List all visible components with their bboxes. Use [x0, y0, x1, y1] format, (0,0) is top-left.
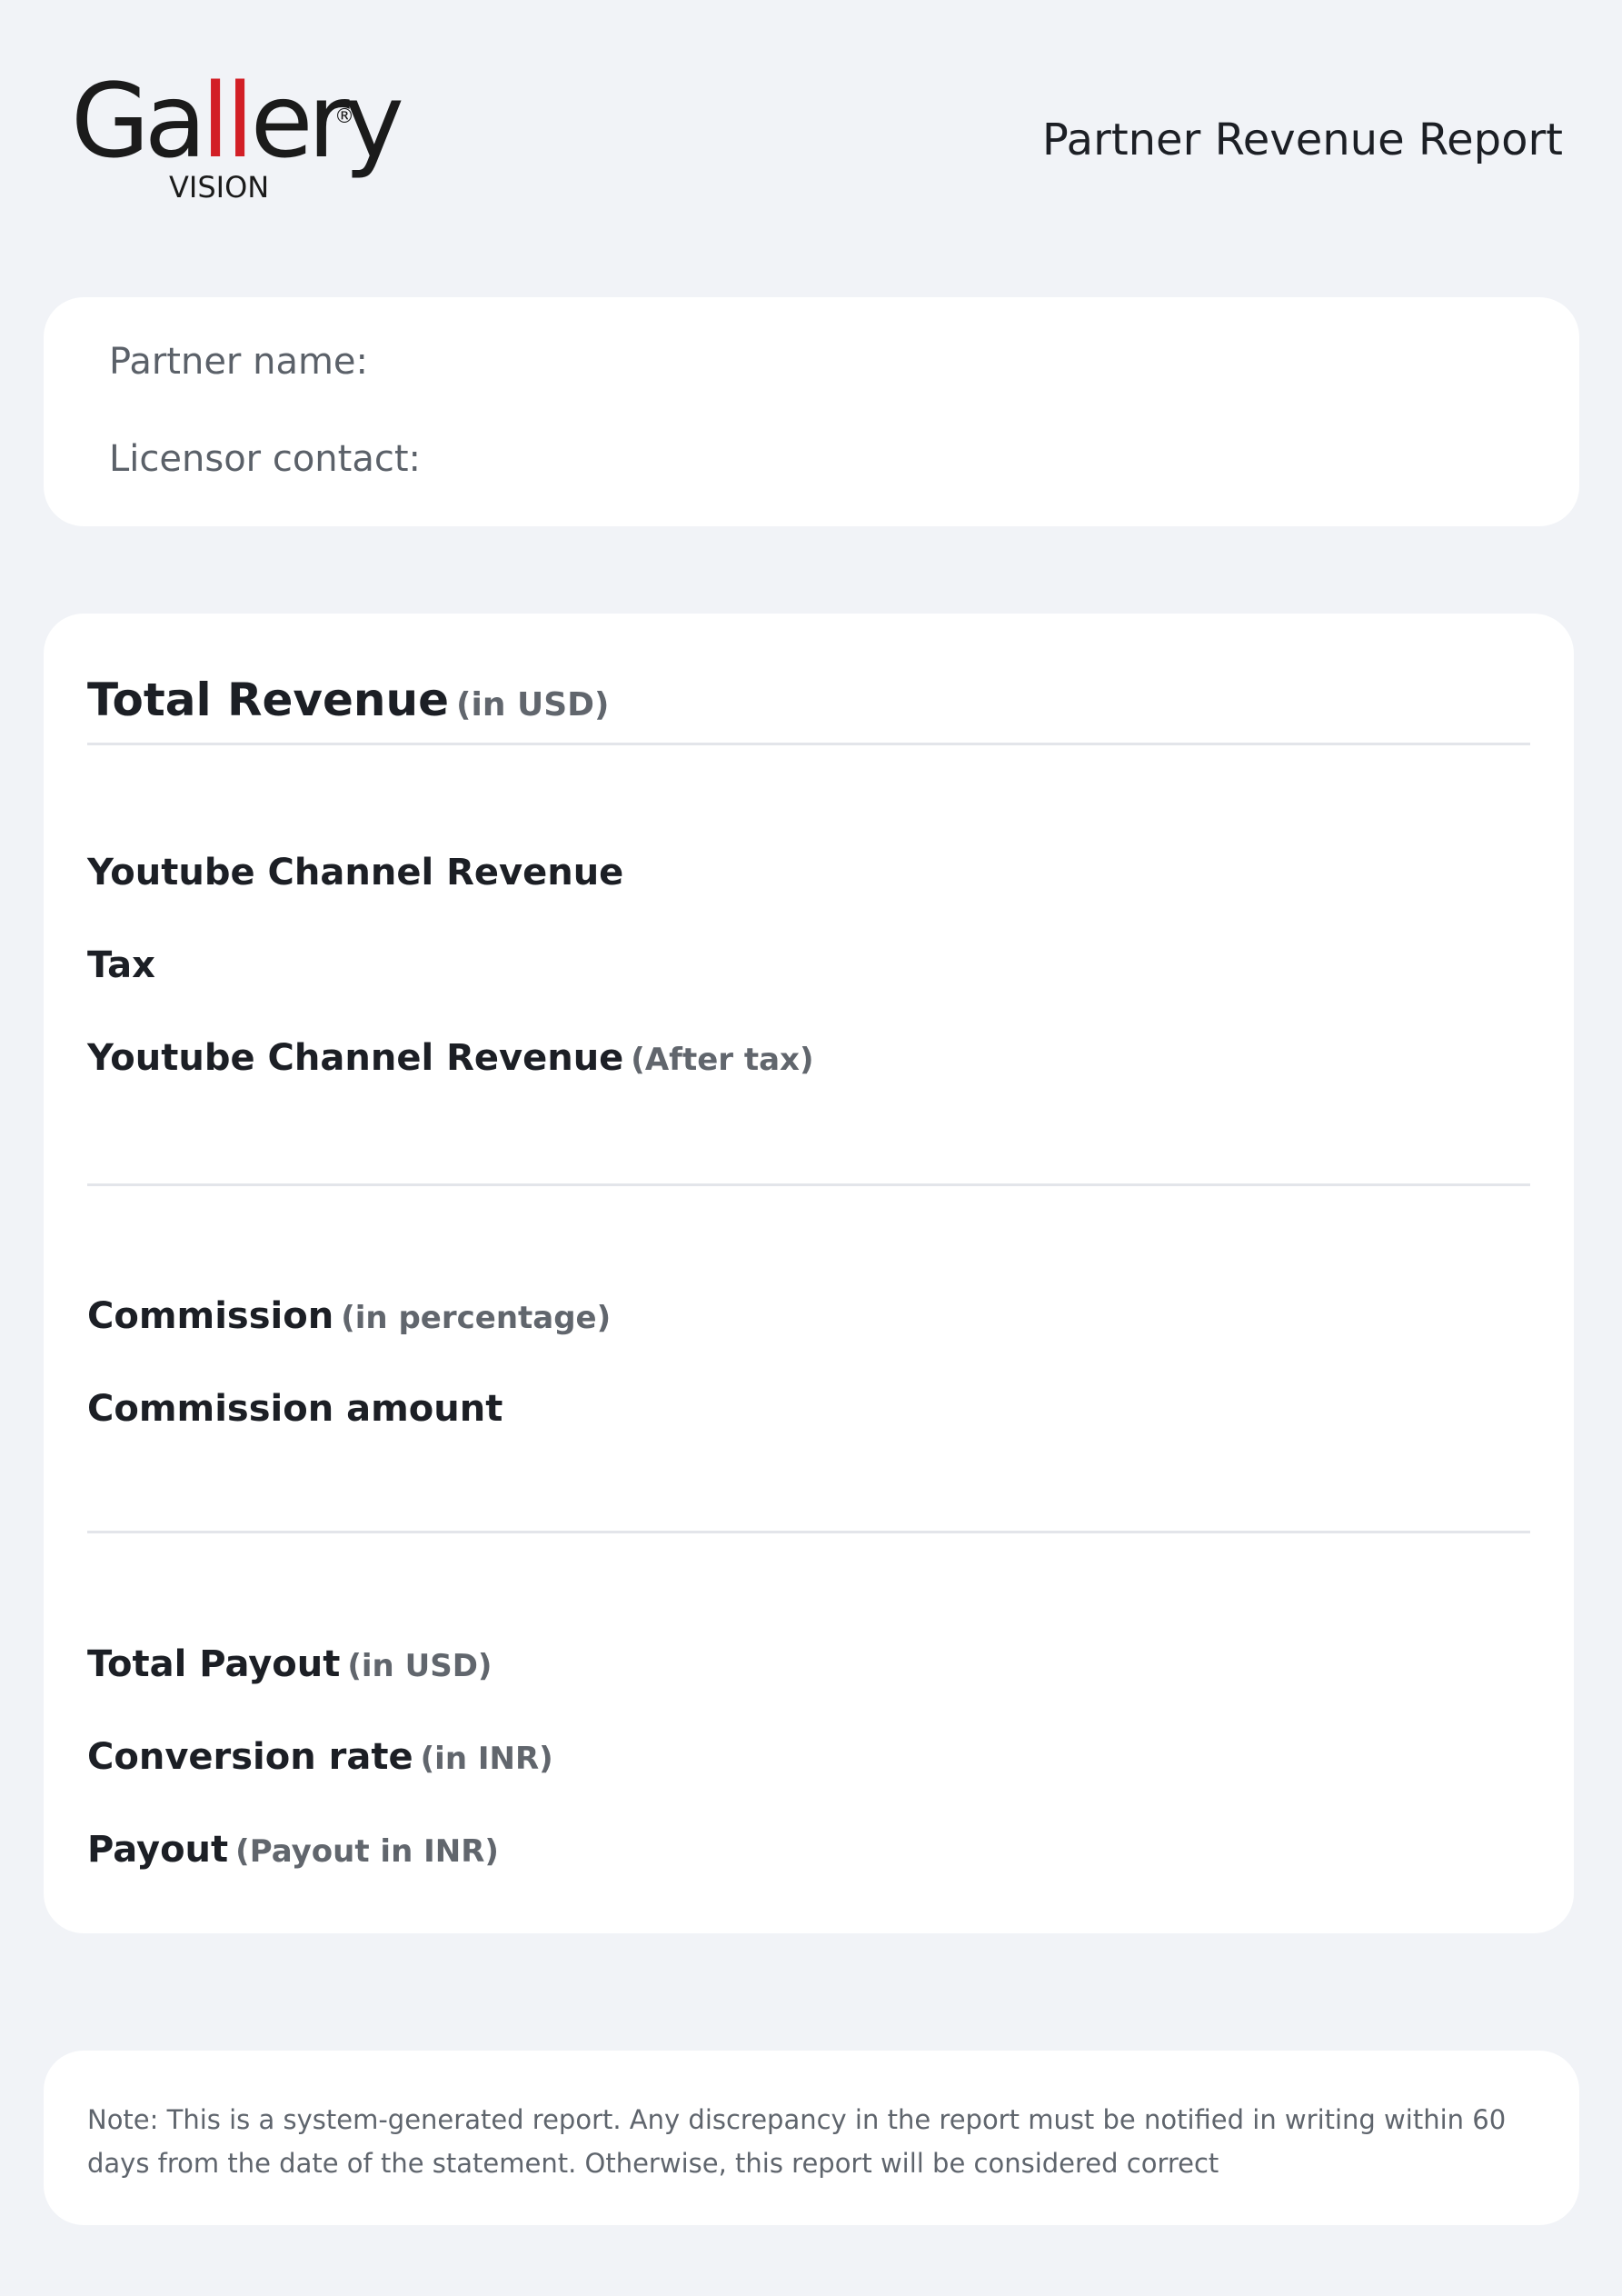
report-title: Partner Revenue Report	[1041, 115, 1563, 165]
total-revenue-title: Total Revenue	[87, 674, 450, 726]
commission-amount-row: Commission amount	[87, 1383, 503, 1442]
tax-row: Tax	[87, 940, 155, 998]
row-label: Commission	[87, 1295, 334, 1337]
gallery-vision-logo: Gallery ® VISION	[71, 71, 404, 207]
conversion-rate-row: Conversion rate (in INR)	[87, 1732, 553, 1790]
row-note: (Payout in INR)	[235, 1833, 499, 1870]
row-label: Youtube Channel Revenue	[87, 852, 624, 893]
divider	[87, 1531, 1530, 1533]
logo-subtitle: VISION	[169, 170, 270, 205]
row-label: Conversion rate	[87, 1736, 413, 1778]
commission-row: Commission (in percentage)	[87, 1291, 611, 1349]
partner-info-card: Partner name: Licensor contact:	[44, 297, 1579, 526]
row-note: (After tax)	[631, 1042, 814, 1078]
note-card: Note: This is a system-generated report.…	[44, 2051, 1579, 2225]
divider	[87, 743, 1530, 745]
row-note: (in USD)	[347, 1648, 493, 1684]
row-label: Youtube Channel Revenue	[87, 1037, 624, 1079]
row-note: (in INR)	[420, 1741, 553, 1777]
report-header: Gallery ® VISION Partner Revenue Report	[0, 0, 1622, 218]
total-revenue-unit: (in USD)	[456, 686, 610, 724]
revenue-card: Total Revenue (in USD) Youtube Channel Re…	[44, 614, 1574, 1933]
row-label: Commission amount	[87, 1388, 503, 1430]
disclaimer-note: Note: This is a system-generated report.…	[87, 2104, 1507, 2179]
youtube-revenue-row: Youtube Channel Revenue	[87, 847, 623, 905]
licensor-contact-label: Licensor contact:	[109, 438, 421, 480]
divider	[87, 1183, 1530, 1186]
partner-name-label: Partner name:	[109, 341, 368, 383]
youtube-revenue-after-tax-row: Youtube Channel Revenue (After tax)	[87, 1033, 814, 1091]
total-payout-row: Total Payout (in USD)	[87, 1639, 492, 1697]
row-label: Tax	[87, 944, 155, 986]
row-note: (in percentage)	[341, 1300, 612, 1336]
row-label: Total Payout	[87, 1643, 341, 1685]
total-revenue-heading: Total Revenue (in USD)	[87, 670, 609, 730]
row-label: Payout	[87, 1829, 229, 1871]
payout-row: Payout (Payout in INR)	[87, 1824, 499, 1882]
registered-mark: ®	[334, 105, 354, 128]
